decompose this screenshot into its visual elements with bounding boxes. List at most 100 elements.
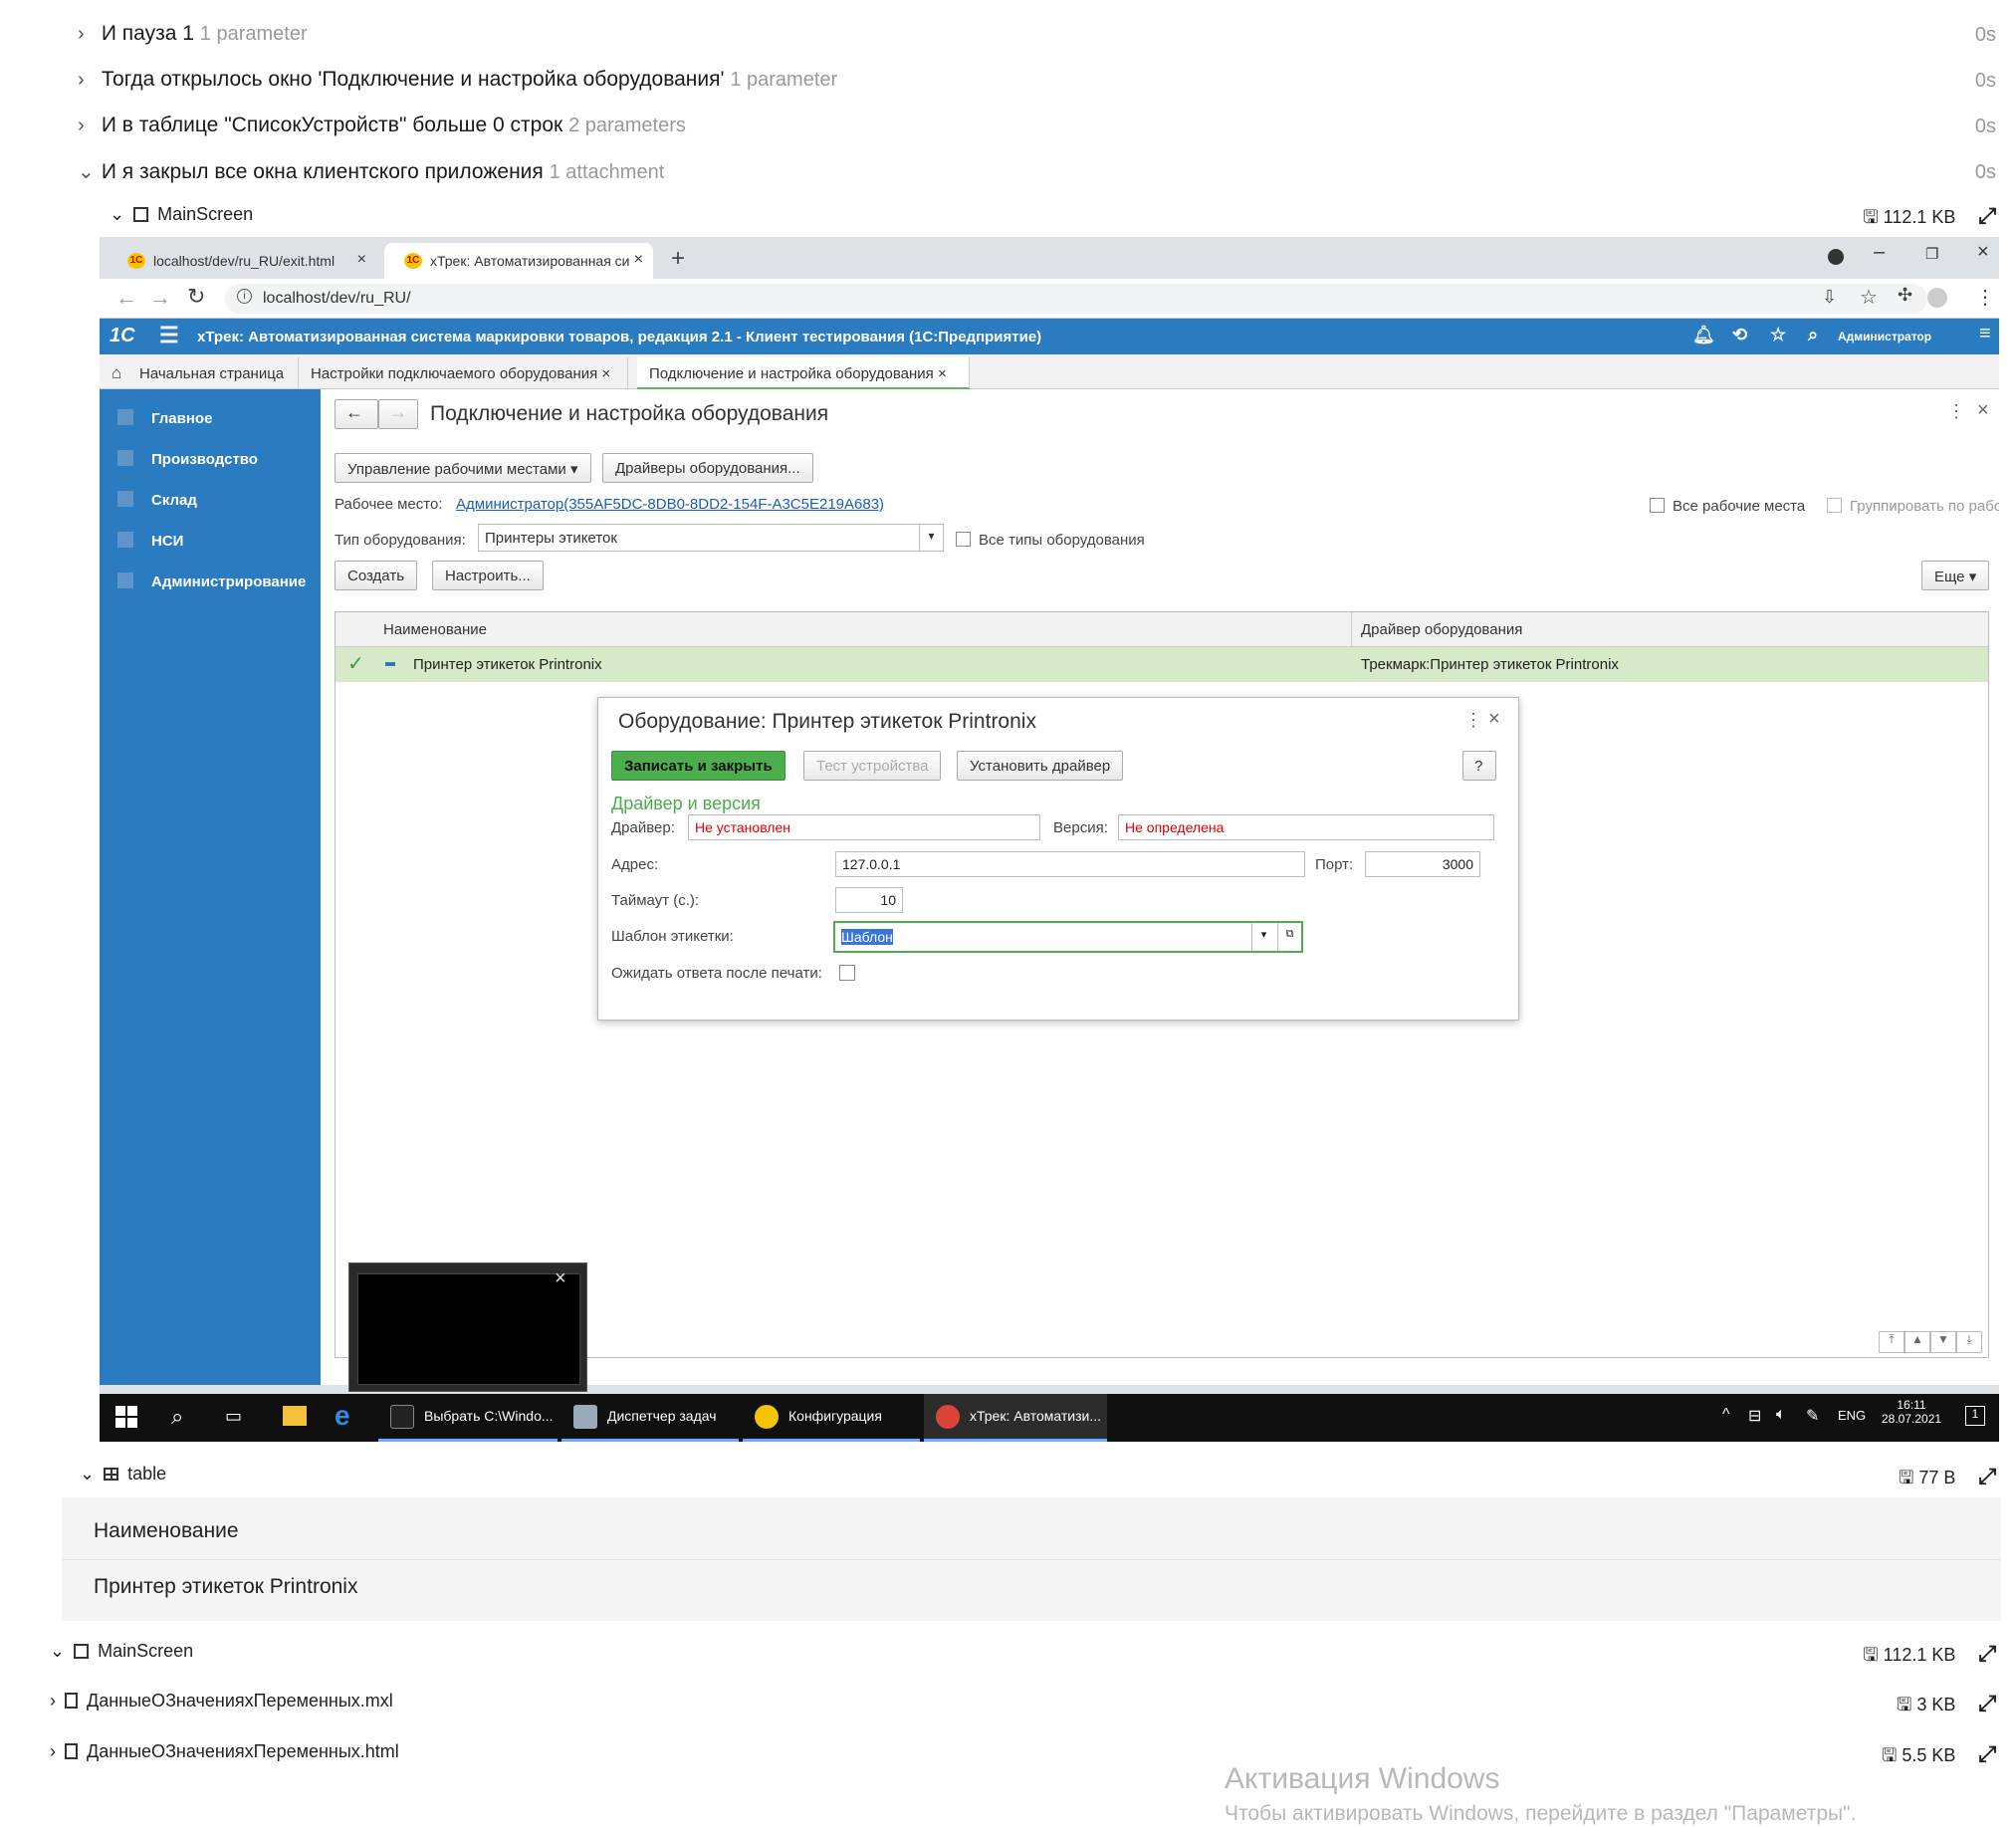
profile-dropdown-icon[interactable] [1828,249,1844,265]
fullscreen-icon[interactable]: ⤢ [1978,1691,1996,1716]
more-vert-icon[interactable]: ⋮ [1464,710,1482,731]
extensions-icon[interactable]: ✣ [1898,285,1912,306]
wait-response-checkbox[interactable] [839,965,855,981]
more-vert-icon[interactable]: ⋮ [1975,285,1995,310]
new-tab-button[interactable]: + [671,245,685,273]
template-field[interactable]: Шаблон ▾ ⧉ [833,921,1303,953]
tab-equipment-connection[interactable]: Подключение и настройка оборудования × [637,357,970,389]
table-row[interactable]: ✓ Принтер этикеток Printronix Трекмарк:П… [336,647,1988,682]
install-icon[interactable]: ⇩ [1822,287,1837,308]
all-workplaces-checkbox[interactable]: Все рабочие места [1650,498,1805,515]
scroll-top-icon[interactable]: ⤒ [1879,1331,1904,1353]
folder-icon[interactable] [283,1406,307,1426]
sidebar-item-nsi[interactable]: НСИ [117,532,183,554]
close-icon[interactable]: × [1488,708,1500,731]
grid-scroll-controls[interactable]: ⤒ ▲ ▼ ⤓ [1879,1331,1982,1353]
browser-tab[interactable]: 1С localhost/dev/ru_RU/exit.html × [108,243,376,279]
drivers-button[interactable]: Драйверы оборудования... [602,453,813,483]
menu-icon[interactable]: ☰ [159,323,179,348]
sidebar-item-admin[interactable]: Администрирование [117,572,306,594]
step-row-expanded[interactable]: ⌄ И я закрыл все окна клиентского прилож… [78,159,664,184]
save-close-button[interactable]: Записать и закрыть [611,751,785,781]
configure-button[interactable]: Настроить... [432,561,544,590]
attachment-row[interactable]: ⌄ MainScreen [110,204,253,225]
all-types-checkbox[interactable]: Все типы оборудования [956,532,1145,549]
workplace-link[interactable]: Администратор(355AF5DC-8DB0-8DD2-154F-A3… [456,496,884,513]
address-field[interactable]: 127.0.0.1 [835,851,1305,877]
grid-col-driver[interactable]: Драйвер оборудования [1361,621,1522,638]
ie-icon[interactable]: e [335,1400,350,1432]
more-vert-icon[interactable]: ⋮ [1947,401,1965,422]
url-bar[interactable]: i localhost/dev/ru_RU/ [225,284,1927,314]
close-icon[interactable]: × [938,365,947,382]
taskbar-preview[interactable]: × [348,1262,587,1392]
pen-icon[interactable]: ✎ [1806,1406,1819,1426]
scroll-up-icon[interactable]: ▲ [1904,1331,1930,1353]
dropdown-arrow-icon[interactable]: ▾ [919,525,943,551]
volume-icon[interactable]: 🔈︎ [1776,1406,1786,1424]
close-window-icon[interactable]: × [1977,241,1989,264]
back-button[interactable]: ← [335,399,378,429]
taskbar-item-cmd[interactable]: Выбрать C:\Windo... [378,1394,558,1442]
step-row[interactable]: › И пауза 1 1 parameter [78,22,308,46]
minimize-icon[interactable]: – [1874,241,1885,264]
notifications-icon[interactable]: 1 [1965,1406,1985,1426]
grid-col-name[interactable]: Наименование [383,621,487,638]
test-device-button[interactable]: Тест устройства [803,751,942,781]
forward-button[interactable]: → [378,399,418,429]
taskbar-item-config[interactable]: Конфигурация [743,1394,920,1442]
reload-icon[interactable]: ↻ [187,284,205,310]
close-icon[interactable]: × [634,251,643,269]
timeout-field[interactable]: 10 [835,887,903,913]
language-indicator[interactable]: ENG [1838,1408,1866,1423]
fullscreen-icon[interactable]: ⤢ [1978,203,1996,229]
search-icon[interactable]: ⌕ [1808,325,1818,345]
step-row[interactable]: › Тогда открылось окно 'Подключение и на… [78,68,837,92]
open-icon[interactable]: ⧉ [1277,923,1301,951]
tab-home[interactable]: ⌂ Начальная страница [100,357,299,389]
user-name[interactable]: Администратор [1838,330,1931,343]
scroll-down-icon[interactable]: ▼ [1930,1331,1956,1353]
scroll-bottom-icon[interactable]: ⤓ [1956,1331,1982,1353]
driver-field[interactable]: Не установлен [688,814,1040,840]
account-icon[interactable] [1927,288,1947,308]
more-button[interactable]: Еще ▾ [1921,561,1990,590]
network-icon[interactable]: ⊟ [1748,1406,1761,1426]
fullscreen-icon[interactable]: ⤢ [1978,1464,1996,1489]
star-icon[interactable]: ☆ [1860,285,1878,310]
equip-type-select[interactable]: Принтеры этикеток ▾ [478,524,944,552]
taskbar-item-taskmgr[interactable]: Диспетчер задач [561,1394,739,1442]
favorites-icon[interactable]: ☆ [1770,325,1786,345]
workplaces-dropdown-button[interactable]: Управление рабочими местами ▾ [335,453,591,483]
settings-menu-icon[interactable]: ≡ [1979,323,1991,345]
attachment-row[interactable]: ⌄ MainScreen [50,1641,193,1662]
attachment-row[interactable]: › ДанныеОЗначенияхПеременных.html [50,1741,399,1762]
version-field[interactable]: Не определена [1118,814,1494,840]
clock[interactable]: 16:11 28.07.2021 [1882,1398,1941,1426]
attachment-row[interactable]: › ДанныеОЗначенияхПеременных.mxl [50,1691,393,1712]
bell-icon[interactable]: 🔔︎ [1692,325,1715,345]
save-icon[interactable]: 🖫 [1897,1695,1911,1714]
help-button[interactable]: ? [1462,751,1496,781]
restore-icon[interactable]: ❐ [1925,245,1938,263]
windows-start-icon[interactable] [115,1406,137,1428]
save-icon[interactable]: 🖫 [1899,1468,1913,1487]
browser-tab-active[interactable]: 1С хТрек: Автоматизированная си × [384,243,653,279]
save-icon[interactable]: 🖫 [1863,1645,1878,1665]
tab-equipment-settings[interactable]: Настройки подключаемого оборудования × [299,357,628,389]
sidebar-item-production[interactable]: Производство [117,450,258,472]
create-button[interactable]: Создать [335,561,418,590]
forward-icon[interactable]: → [149,285,171,311]
attachment-row[interactable]: ⌄ table [80,1464,166,1484]
taskbar-item-chrome[interactable]: хТрек: Автоматизи... [924,1394,1107,1442]
close-icon[interactable]: × [1977,399,1989,422]
close-icon[interactable]: × [601,365,610,382]
close-icon[interactable]: × [555,1267,566,1290]
search-icon[interactable]: ⌕ [171,1404,183,1430]
sidebar-item-warehouse[interactable]: Склад [117,491,197,513]
back-icon[interactable]: ← [115,285,137,311]
save-icon[interactable]: 🖫 [1882,1745,1897,1765]
fullscreen-icon[interactable]: ⤢ [1978,1641,1996,1667]
tray-chevron-icon[interactable]: ^ [1722,1406,1730,1424]
group-by-workplace-checkbox[interactable]: Группировать по рабочему месту [1827,498,1999,515]
